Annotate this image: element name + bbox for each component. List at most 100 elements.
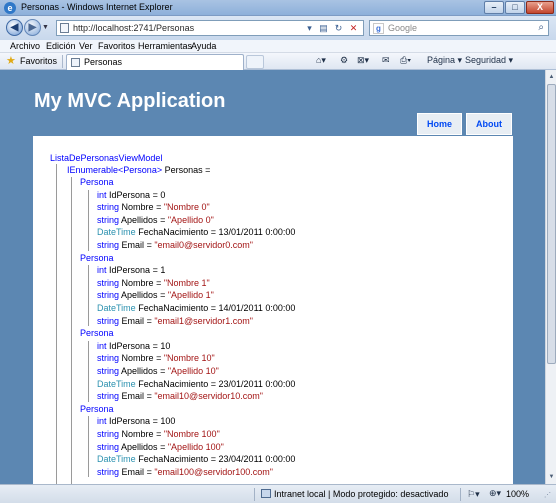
field-value: 10 — [160, 340, 171, 351]
field-equals: = — [160, 214, 166, 225]
close-button[interactable]: X — [526, 1, 554, 14]
field-equals: = — [156, 353, 162, 364]
resize-grip-icon[interactable]: ⋰ — [544, 491, 551, 499]
tree-guide — [88, 189, 89, 251]
menu-edicion[interactable]: Edición — [46, 41, 76, 51]
field-name: Email — [121, 466, 145, 477]
tree-guide — [71, 177, 72, 484]
history-dropdown-icon[interactable]: ▼ — [42, 24, 49, 31]
maximize-button[interactable]: □ — [505, 1, 525, 14]
feeds-icon[interactable]: ⚙ — [340, 55, 348, 66]
persona-type: Persona — [80, 328, 114, 339]
field-equals: = — [156, 277, 162, 288]
rss-icon[interactable]: ⊠▾ — [357, 55, 369, 66]
protected-mode-icon[interactable]: ⚐▾ — [467, 489, 480, 500]
persona-header: Persona — [80, 403, 114, 415]
forward-arrow-icon[interactable]: ▶ — [24, 19, 41, 36]
field-type: string — [97, 315, 120, 326]
zoom-level[interactable]: 100% — [506, 489, 529, 499]
field-name: Apellidos — [121, 214, 158, 225]
vertical-scrollbar[interactable]: ▲ ▼ — [545, 70, 556, 484]
field-name: Nombre — [121, 353, 154, 364]
tab-label: Personas — [84, 57, 123, 67]
field-equals: = — [210, 303, 217, 313]
field-value: "Apellido 0" — [167, 214, 214, 225]
ie-logo-icon: e — [4, 2, 16, 14]
menu-archivo[interactable]: Archivo — [10, 41, 40, 51]
field-type: string — [97, 429, 120, 439]
field-type: int — [97, 416, 107, 427]
security-menu-label: Seguridad — [465, 55, 507, 65]
field-type: int — [97, 189, 107, 200]
scroll-down-icon[interactable]: ▼ — [547, 472, 556, 482]
divider — [62, 55, 63, 68]
field-name: Nombre — [121, 202, 154, 213]
persona-field-email: string Email = "email100@servidor100.com… — [97, 466, 273, 478]
home-icon[interactable]: ⌂▾ — [316, 55, 326, 66]
field-type: DateTime — [97, 454, 136, 465]
field-value: "Nombre 0" — [163, 202, 210, 213]
field-equals: = — [146, 315, 152, 326]
menu-ayuda[interactable]: Ayuda — [191, 41, 216, 51]
intranet-zone-icon — [261, 489, 271, 498]
field-equals: = — [156, 202, 162, 213]
field-value: "email1@servidor1.com" — [154, 315, 253, 326]
window-title: Personas - Windows Internet Explorer — [21, 2, 173, 12]
persona-field-apellidos: string Apellidos = "Apellido 0" — [97, 214, 214, 226]
minimize-button[interactable]: – — [484, 1, 504, 14]
security-menu[interactable]: Seguridad ▾ — [465, 55, 513, 66]
persona-field-nombre: string Nombre = "Nombre 1" — [97, 277, 210, 289]
field-name: FechaNacimiento — [138, 227, 209, 238]
persona-field-id: int IdPersona = 100 — [97, 415, 175, 427]
refresh-icon[interactable]: ↻ — [332, 23, 345, 34]
field-value: 23/01/2011 0:00:00 — [218, 378, 296, 389]
favorites-button[interactable]: Favoritos — [20, 56, 57, 66]
field-type: string — [97, 441, 120, 452]
scrollbar-thumb[interactable] — [547, 84, 556, 364]
url-input[interactable]: http://localhost:2741/Personas ▾ ▤ ↻ ✕ — [56, 20, 364, 36]
divider — [254, 488, 255, 501]
search-icon[interactable]: ⌕ — [538, 22, 544, 33]
page-menu[interactable]: Página ▾ — [427, 55, 462, 66]
tree-guide — [88, 340, 89, 402]
field-name: FechaNacimiento — [138, 378, 209, 389]
field-name: IdPersona — [109, 189, 151, 200]
collection-close: > — [156, 165, 163, 175]
menu-bar: Archivo Edición Ver Favoritos Herramient… — [0, 40, 556, 53]
url-dropdown-icon[interactable]: ▾ — [303, 23, 316, 34]
scroll-up-icon[interactable]: ▲ — [547, 72, 556, 82]
field-name: Nombre — [121, 429, 154, 439]
persona-type: Persona — [80, 177, 114, 187]
persona-type: Persona — [80, 252, 114, 263]
search-input[interactable]: g Google ⌕ — [369, 20, 549, 36]
new-tab-button[interactable] — [246, 55, 264, 69]
field-type: string — [97, 391, 120, 402]
field-equals: = — [146, 240, 152, 250]
tree-guide — [88, 416, 89, 478]
field-type: string — [97, 214, 120, 225]
field-type: string — [97, 277, 120, 288]
field-type: int — [97, 340, 107, 351]
menu-favoritos[interactable]: Favoritos — [98, 41, 135, 51]
menu-ver[interactable]: Ver — [79, 41, 93, 51]
field-value: "email0@servidor0.com" — [154, 240, 253, 250]
field-value: "Apellido 100" — [167, 441, 224, 452]
favorites-bar: ★ Favoritos Personas ⌂▾ ⚙ ⊠▾ ✉ ⎙▾ Página… — [0, 53, 556, 70]
favorites-star-icon[interactable]: ★ — [6, 54, 16, 67]
tab-personas[interactable]: Personas — [66, 54, 244, 70]
window-titlebar: e Personas - Windows Internet Explorer –… — [0, 0, 556, 16]
field-name: IdPersona — [109, 265, 151, 276]
menu-herramientas[interactable]: Herramientas — [138, 41, 192, 51]
print-icon[interactable]: ⎙▾ — [400, 55, 411, 66]
about-link[interactable]: About — [466, 113, 512, 135]
field-value: "Apellido 1" — [167, 290, 214, 301]
mail-icon[interactable]: ✉ — [382, 55, 390, 66]
field-equals: = — [152, 340, 158, 351]
compatibility-view-icon[interactable]: ▤ — [317, 23, 330, 34]
back-arrow-icon[interactable]: ◀ — [6, 19, 23, 36]
home-link[interactable]: Home — [417, 113, 462, 135]
url-text[interactable]: http://localhost:2741/Personas — [73, 23, 194, 33]
stop-icon[interactable]: ✕ — [347, 23, 360, 34]
zoom-icon[interactable]: ⊕▾ — [489, 488, 501, 499]
persona-field-id: int IdPersona = 1 — [97, 264, 165, 276]
